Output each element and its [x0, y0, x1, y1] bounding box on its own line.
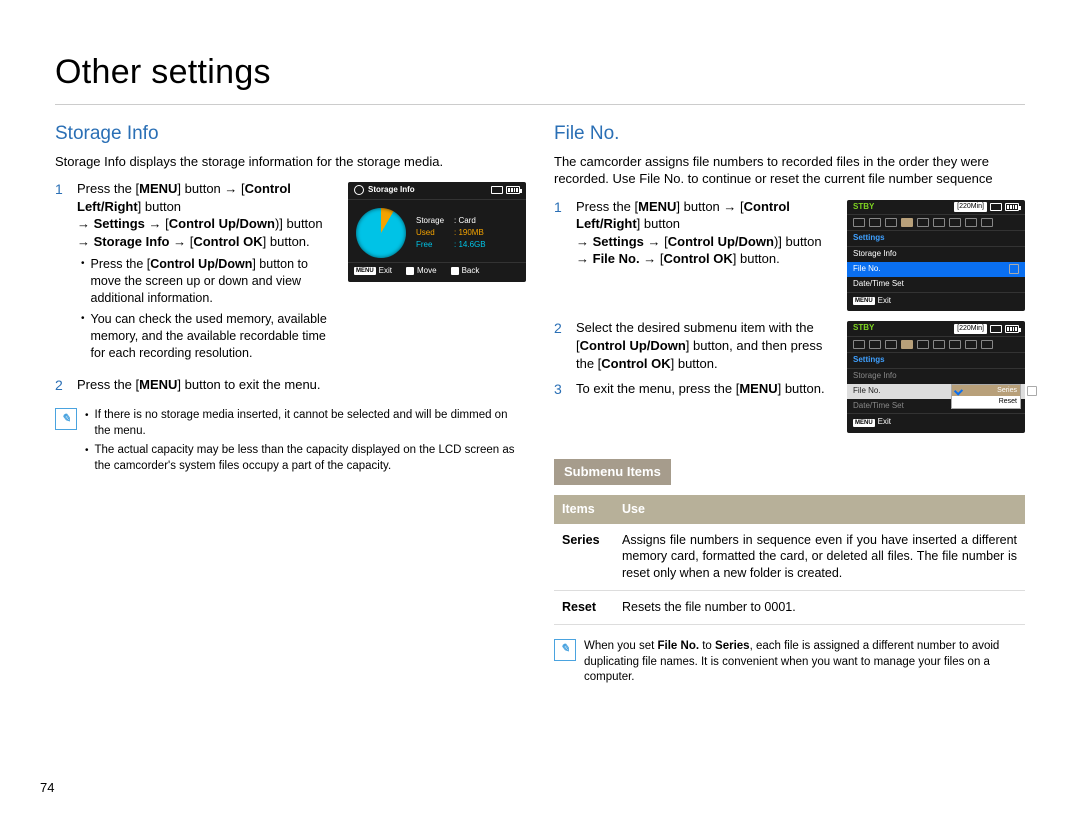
menu-badge: MENU	[853, 297, 875, 305]
card-icon	[990, 325, 1002, 333]
card-icon	[990, 203, 1002, 211]
time-remaining: [220Min]	[954, 202, 987, 211]
menu-item-datetime: Date/Time Set	[847, 399, 1025, 414]
table-row: Reset Resets the file number to 0001.	[554, 591, 1025, 625]
menu-item-datetime: Date/Time Set	[847, 277, 1025, 292]
lcd-file-no-1: STBY [220Min] Settings Storage Info File…	[847, 200, 1025, 312]
fileno-intro: The camcorder assigns file numbers to re…	[554, 153, 1025, 188]
storage-values: Storage: Card Used: 190MB Free: 14.6GB	[416, 215, 486, 251]
battery-icon	[1005, 325, 1019, 333]
menu-item-fileno: File No. Series Reset	[847, 384, 1025, 399]
table-header-items: Items	[554, 495, 614, 524]
battery-icon	[506, 186, 520, 194]
submenu-items-title: Submenu Items	[554, 459, 671, 485]
menu-badge: MENU	[853, 419, 875, 427]
fileno-note: ✎ When you set File No. to Series, each …	[554, 639, 1025, 686]
lcd-footer: MENUExit Move Back	[348, 262, 526, 280]
menu-item-storage: Storage Info	[847, 369, 1025, 384]
battery-icon	[1005, 203, 1019, 211]
tab-icon-strip	[847, 337, 1025, 353]
fileno-step-1: 1 Press the [MENU] button → [Control Lef…	[554, 198, 837, 268]
fileno-step-2: 2 Select the desired submenu item with t…	[554, 319, 837, 372]
doc-icon	[1009, 264, 1019, 274]
storage-intro: Storage Info displays the storage inform…	[55, 153, 526, 171]
storage-step-2: 2 Press the [MENU] button to exit the me…	[55, 376, 526, 395]
doc-icon	[1027, 386, 1037, 396]
menu-item-fileno: File No.	[847, 262, 1025, 277]
table-header-use: Use	[614, 495, 1025, 524]
menu-header: Settings	[847, 231, 1025, 247]
menu-badge: MENU	[354, 267, 376, 275]
gear-icon	[354, 185, 364, 195]
note-icon: ✎	[55, 408, 77, 430]
check-icon	[954, 386, 963, 395]
page-title: Other settings	[55, 50, 1025, 105]
table-row: Series Assigns file numbers in sequence …	[554, 524, 1025, 591]
page-number: 74	[40, 779, 54, 797]
storage-info-heading: Storage Info	[55, 121, 526, 147]
storage-note: ✎ •If there is no storage media inserted…	[55, 408, 526, 478]
card-icon	[491, 186, 503, 194]
lcd-storage-info: Storage Info Storage: Card Used: 190MB F…	[348, 182, 526, 282]
menu-header: Settings	[847, 353, 1025, 369]
lcd-title: Storage Info	[368, 185, 415, 196]
lcd-file-no-2: STBY [220Min] Settings Storage Info File…	[847, 321, 1025, 433]
move-icon	[406, 267, 414, 275]
submenu-table: Items Use Series Assigns file numbers in…	[554, 495, 1025, 625]
menu-item-storage: Storage Info	[847, 247, 1025, 262]
stby-label: STBY	[853, 323, 874, 334]
storage-step-1: 1 Press the [MENU] button → [Control Lef…	[55, 180, 338, 367]
back-icon	[451, 267, 459, 275]
storage-pie-chart	[356, 208, 406, 258]
note-icon: ✎	[554, 639, 576, 661]
tab-icon-strip	[847, 215, 1025, 231]
file-no-heading: File No.	[554, 121, 1025, 147]
stby-label: STBY	[853, 202, 874, 213]
time-remaining: [220Min]	[954, 324, 987, 333]
fileno-step-3: 3 To exit the menu, press the [MENU] but…	[554, 380, 837, 399]
